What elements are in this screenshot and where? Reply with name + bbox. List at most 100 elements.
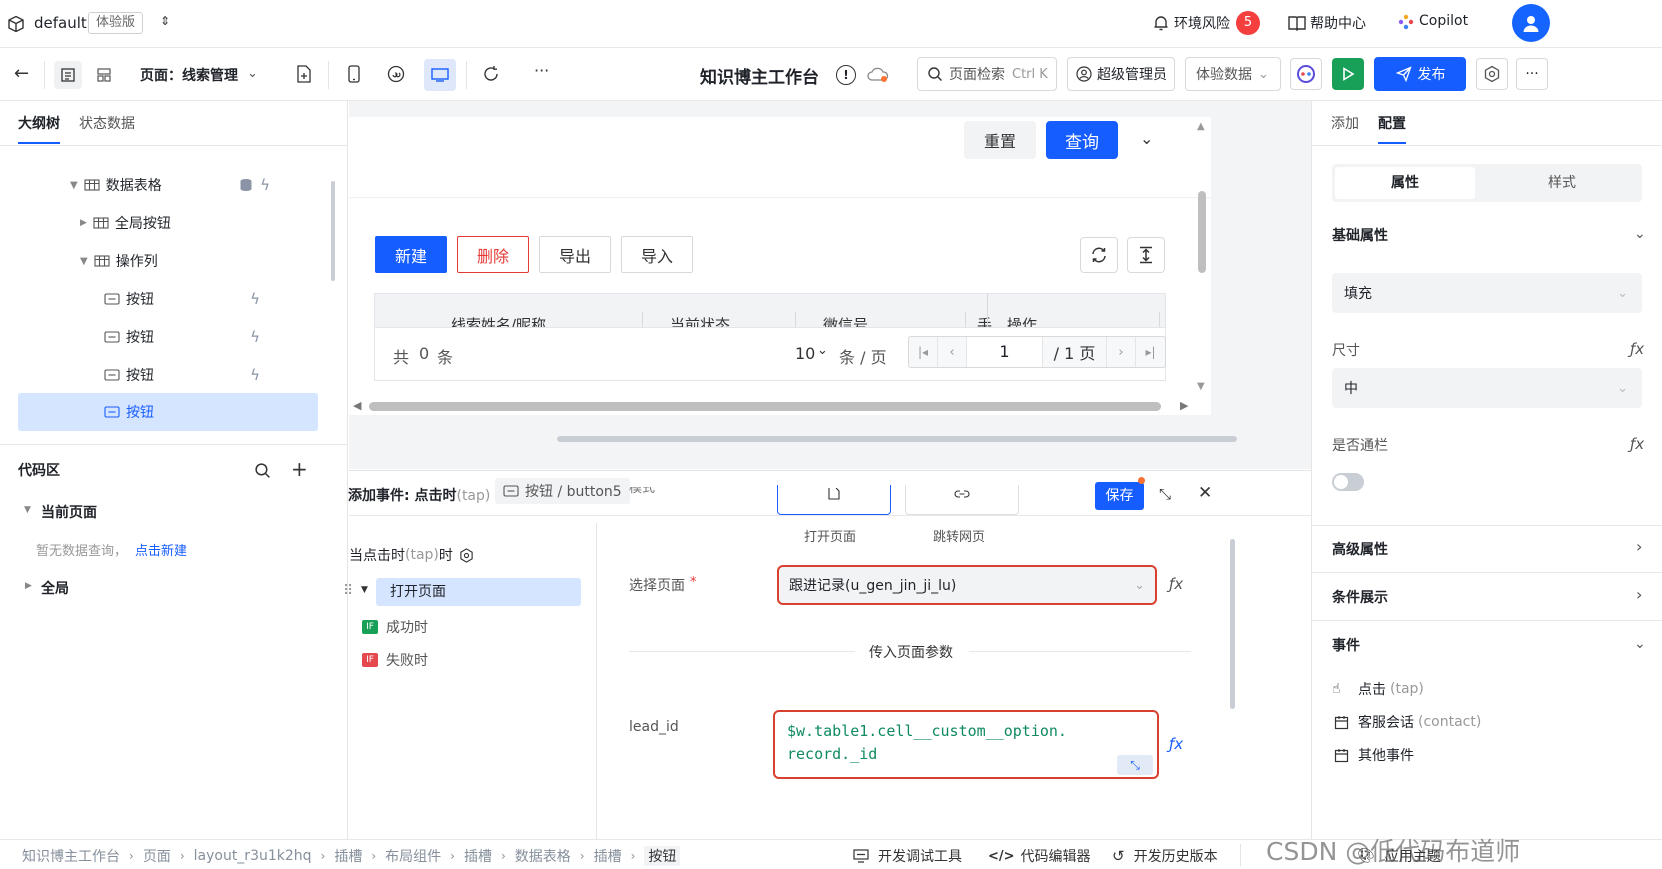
theme-button[interactable]: 🎨︎ 应用主题 bbox=[1357, 846, 1441, 866]
breadcrumb-item[interactable]: 插槽 bbox=[594, 846, 622, 866]
fill-select[interactable]: 填充 ⌄ bbox=[1332, 273, 1642, 313]
tree-node-button-selected[interactable]: 按钮 bbox=[0, 392, 318, 432]
ai-assistant-icon[interactable] bbox=[1290, 58, 1322, 90]
delete-button[interactable]: 删除 bbox=[457, 236, 529, 273]
help-center-link[interactable]: 帮助中心 bbox=[1310, 13, 1366, 33]
tab-config[interactable]: 配置 bbox=[1378, 113, 1406, 133]
tree-node-button[interactable]: 按钮 ϟ bbox=[0, 355, 318, 395]
action-open-page[interactable]: 打开页面 bbox=[376, 578, 581, 606]
breadcrumb-item[interactable]: 知识博主工作台 bbox=[22, 846, 120, 866]
expand-filter-icon[interactable]: ⌄ bbox=[1140, 129, 1153, 148]
user-avatar[interactable] bbox=[1512, 4, 1550, 42]
column-header[interactable]: 线索姓名/昵称 bbox=[451, 314, 546, 327]
component-view-icon[interactable] bbox=[90, 61, 118, 89]
subtab-style[interactable]: 样式 bbox=[1492, 167, 1632, 199]
outline-view-icon[interactable] bbox=[54, 61, 82, 89]
query-button[interactable]: 查询 bbox=[1046, 121, 1118, 159]
env-risk-label[interactable]: 环境风险 bbox=[1174, 13, 1230, 33]
event-other-item[interactable]: 其他事件 bbox=[1332, 745, 1414, 765]
save-button[interactable]: 保存 bbox=[1095, 482, 1144, 510]
bell-icon[interactable] bbox=[1150, 12, 1172, 34]
more-menu-icon[interactable]: ··· bbox=[1516, 58, 1548, 90]
chevron-right-icon[interactable]: › bbox=[1636, 585, 1642, 604]
success-branch[interactable]: IF 成功时 bbox=[362, 617, 428, 637]
event-contact-item[interactable]: 客服会话 (contact) bbox=[1332, 712, 1481, 732]
failure-branch[interactable]: IF 失败时 bbox=[362, 650, 428, 670]
caret-right-icon[interactable]: ▶ bbox=[25, 581, 32, 591]
next-page-icon[interactable]: › bbox=[1107, 337, 1136, 367]
conditional-display-title[interactable]: 条件展示 bbox=[1332, 587, 1388, 607]
prev-page-icon[interactable]: ‹ bbox=[938, 337, 967, 367]
dev-tools-button[interactable]: 开发调试工具 bbox=[852, 846, 962, 866]
copilot-link[interactable]: Copilot bbox=[1419, 13, 1468, 29]
breadcrumb-item[interactable]: 插槽 bbox=[334, 846, 362, 866]
global-group[interactable]: 全局 bbox=[41, 578, 69, 598]
caret-right-icon[interactable]: ▶ bbox=[80, 218, 87, 228]
import-button[interactable]: 导入 bbox=[621, 236, 693, 273]
tab-state-data[interactable]: 状态数据 bbox=[79, 113, 135, 133]
breadcrumb-item[interactable]: layout_r3u1k2hq bbox=[194, 848, 312, 864]
last-page-icon[interactable]: ▸| bbox=[1136, 337, 1165, 367]
history-button[interactable]: ↺ 开发历史版本 bbox=[1112, 846, 1218, 866]
tree-node-button[interactable]: 按钮 ϟ bbox=[0, 317, 318, 357]
chevron-down-icon[interactable]: ⌄ bbox=[1634, 226, 1646, 242]
mode-jump-web-card[interactable] bbox=[905, 485, 1019, 515]
fx-icon[interactable]: ƒx bbox=[1630, 435, 1644, 453]
chevron-down-icon[interactable]: ⌄ bbox=[247, 66, 258, 81]
canvas-vertical-scrollbar[interactable] bbox=[1198, 191, 1206, 273]
select-page-dropdown[interactable]: 跟进记录(u_gen_jin_ji_lu) ⌄ bbox=[777, 565, 1157, 605]
new-page-icon[interactable] bbox=[294, 64, 314, 84]
gear-icon[interactable] bbox=[459, 547, 475, 563]
search-icon[interactable] bbox=[252, 460, 272, 480]
run-preview-button[interactable] bbox=[1332, 58, 1364, 90]
subtab-properties[interactable]: 属性 bbox=[1335, 167, 1475, 199]
column-header[interactable]: 手 bbox=[977, 314, 992, 327]
mode-open-page-card[interactable] bbox=[777, 485, 891, 515]
page-number-input[interactable]: 1 bbox=[967, 337, 1043, 367]
scroll-left-icon[interactable]: ◀ bbox=[353, 399, 361, 412]
basic-props-title[interactable]: 基础属性 bbox=[1332, 225, 1388, 245]
caret-down-icon[interactable]: ▼ bbox=[361, 585, 368, 595]
role-switch-button[interactable]: 超级管理员 bbox=[1067, 57, 1175, 91]
fullscreen-icon[interactable]: ⤡ bbox=[1159, 485, 1171, 503]
new-button[interactable]: 新建 bbox=[375, 236, 447, 273]
reset-button[interactable]: 重置 bbox=[964, 121, 1036, 159]
advanced-props-title[interactable]: 高级属性 bbox=[1332, 539, 1388, 559]
app-name[interactable]: default bbox=[34, 14, 87, 32]
fx-icon[interactable]: ƒx bbox=[1169, 575, 1183, 593]
fx-icon[interactable]: ƒx bbox=[1630, 340, 1644, 358]
size-select[interactable]: 中 ⌄ bbox=[1332, 368, 1642, 408]
canvas-horizontal-scrollbar[interactable] bbox=[369, 402, 1161, 411]
drag-handle-icon[interactable]: ⠿ bbox=[343, 583, 353, 599]
scroll-up-icon[interactable]: ▲ bbox=[1197, 121, 1205, 132]
breadcrumb-item[interactable]: 页面 bbox=[143, 846, 171, 866]
column-header[interactable]: 微信号 bbox=[823, 314, 868, 327]
page-size-select[interactable]: 10 bbox=[795, 344, 815, 363]
tab-add[interactable]: 添加 bbox=[1331, 113, 1359, 133]
event-form-scrollbar[interactable] bbox=[1230, 539, 1235, 709]
column-header[interactable]: 当前状态 bbox=[670, 314, 730, 327]
param-value-editor[interactable]: $w.table1.cell__custom__option. record._… bbox=[773, 710, 1159, 779]
chevron-down-icon[interactable]: ⌄ bbox=[817, 343, 828, 358]
page-selector[interactable]: 页面：线索管理 bbox=[140, 65, 238, 85]
scroll-down-icon[interactable]: ▼ bbox=[1197, 381, 1205, 392]
event-tap-item[interactable]: ☝ 点击 (tap) bbox=[1332, 679, 1424, 699]
switch-app-icon[interactable]: ⇕ bbox=[160, 14, 170, 28]
miniprogram-icon[interactable] bbox=[386, 64, 406, 84]
export-button[interactable]: 导出 bbox=[539, 236, 611, 273]
refresh-icon[interactable] bbox=[481, 64, 501, 84]
events-title[interactable]: 事件 bbox=[1332, 635, 1360, 655]
table-refresh-icon[interactable] bbox=[1080, 237, 1118, 273]
breadcrumb-item-current[interactable]: 按钮 bbox=[644, 846, 681, 866]
info-icon[interactable]: ! bbox=[836, 65, 856, 85]
tree-node-button[interactable]: 按钮 ϟ bbox=[0, 279, 318, 319]
fx-icon[interactable]: ƒx bbox=[1169, 735, 1183, 753]
outer-horizontal-scrollbar[interactable] bbox=[557, 436, 1237, 442]
caret-down-icon[interactable]: ▼ bbox=[70, 180, 78, 191]
close-icon[interactable]: ✕ bbox=[1198, 483, 1212, 503]
publish-button[interactable]: 发布 bbox=[1374, 57, 1466, 91]
tree-scrollbar[interactable] bbox=[331, 181, 335, 281]
add-icon[interactable]: + bbox=[291, 457, 308, 481]
caret-down-icon[interactable]: ▼ bbox=[24, 505, 31, 515]
tree-node-data-table[interactable]: ▼ 数据表格 ϟ bbox=[0, 165, 318, 205]
